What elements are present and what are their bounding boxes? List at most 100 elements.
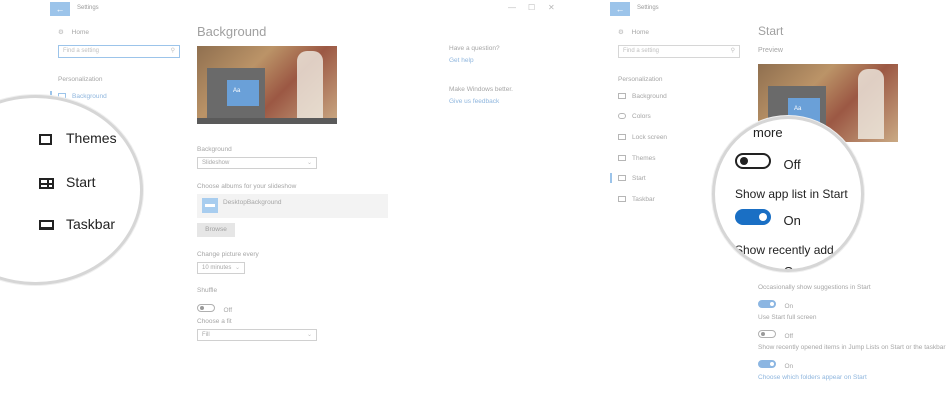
chevron-down-icon: ⌄ bbox=[306, 332, 312, 338]
home-nav-right[interactable]: ⚙ Home bbox=[618, 28, 649, 36]
zoom-app-list-label: Show app list in Start bbox=[735, 187, 848, 201]
section-label: Personalization bbox=[58, 76, 103, 83]
suggestions-toggle[interactable] bbox=[758, 299, 776, 308]
zoom-circle-right: more Off Show app list in Start On Show … bbox=[712, 116, 864, 272]
nav-item-background-right[interactable]: Background bbox=[618, 93, 667, 100]
zoom-toggle-on[interactable] bbox=[735, 209, 771, 225]
nav-item-start[interactable]: Start bbox=[618, 175, 646, 182]
jumplists-label: Show recently opened items in Jump Lists… bbox=[758, 344, 946, 351]
preview-taskbar bbox=[197, 118, 337, 124]
zoom-start-label: Start bbox=[66, 174, 96, 190]
search-input[interactable]: Find a setting ⚲ bbox=[58, 45, 180, 58]
question-heading: Have a question? bbox=[449, 45, 500, 52]
nav-label: Background bbox=[632, 93, 667, 100]
maximize-button[interactable]: ☐ bbox=[528, 3, 535, 12]
jumplists-state: On bbox=[784, 363, 794, 370]
album-name: DesktopBackground bbox=[223, 199, 282, 206]
albums-label: Choose albums for your slideshow bbox=[197, 183, 297, 190]
zoom-taskbar-label: Taskbar bbox=[66, 216, 116, 232]
zoom-circle-left: Themes Start Taskbar bbox=[0, 95, 143, 285]
preview-tile-label: Aa bbox=[794, 106, 802, 112]
jumplists-row: On bbox=[758, 355, 793, 373]
search-placeholder: Find a setting bbox=[63, 48, 100, 54]
home-label: Home bbox=[71, 29, 89, 36]
page-title-right: Start bbox=[758, 24, 784, 38]
themes-icon bbox=[39, 133, 52, 145]
start-icon bbox=[39, 177, 54, 189]
zoom-on-label: On bbox=[783, 213, 801, 229]
section-label-right: Personalization bbox=[618, 76, 663, 83]
preview-label: Preview bbox=[758, 47, 783, 54]
zoom-recent-label: Show recently add bbox=[735, 243, 834, 257]
arrow-left-icon: ← bbox=[615, 4, 625, 14]
gear-icon: ⚙ bbox=[58, 29, 64, 36]
get-help-link[interactable]: Get help bbox=[449, 57, 474, 64]
nav-label: Lock screen bbox=[632, 134, 668, 141]
folders-link[interactable]: Choose which folders appear on Start bbox=[758, 374, 867, 381]
browse-button[interactable]: Browse bbox=[197, 223, 235, 237]
zoom-off-label: Off bbox=[783, 157, 801, 173]
monitor-icon bbox=[618, 134, 626, 141]
search-input-right[interactable]: Find a setting ⚲ bbox=[618, 45, 740, 58]
arrow-left-icon: ← bbox=[55, 4, 65, 14]
nav-item-themes[interactable]: Themes bbox=[618, 155, 655, 162]
back-button-right[interactable]: ← bbox=[610, 2, 630, 16]
suggestions-label: Occasionally show suggestions in Start bbox=[758, 284, 871, 291]
taskbar-icon bbox=[39, 220, 54, 231]
shuffle-toggle[interactable] bbox=[197, 303, 215, 312]
nav-label: Background bbox=[72, 93, 107, 100]
search-placeholder-right: Find a setting bbox=[623, 48, 660, 54]
zoom-toggle-partial[interactable] bbox=[735, 266, 771, 269]
zoom-on-row: On bbox=[735, 209, 801, 230]
gear-icon: ⚙ bbox=[618, 29, 624, 36]
zoom-item-themes[interactable]: Themes bbox=[39, 130, 117, 146]
back-button[interactable]: ← bbox=[50, 2, 70, 16]
background-dropdown[interactable]: Slideshow ⌄ bbox=[197, 157, 317, 169]
fullscreen-label: Use Start full screen bbox=[758, 314, 817, 321]
taskbar-icon bbox=[618, 196, 626, 203]
zoom-partial-bottom-row: O bbox=[735, 263, 794, 272]
brush-icon bbox=[618, 155, 626, 162]
change-label: Change picture every bbox=[197, 251, 259, 258]
fit-dropdown[interactable]: Fill ⌄ bbox=[197, 329, 317, 341]
background-value: Slideshow bbox=[202, 160, 230, 166]
nav-label: Start bbox=[632, 175, 646, 182]
start-icon bbox=[618, 175, 626, 182]
zoom-item-start[interactable]: Start bbox=[39, 174, 96, 190]
shuffle-row: Off bbox=[197, 299, 232, 317]
nav-item-colors[interactable]: Colors bbox=[618, 113, 651, 120]
nav-item-lock-screen[interactable]: Lock screen bbox=[618, 134, 667, 141]
nav-item-taskbar[interactable]: Taskbar bbox=[618, 196, 655, 203]
feedback-link[interactable]: Give us feedback bbox=[449, 98, 499, 105]
suggestions-row: On bbox=[758, 295, 793, 313]
screenshot-stage: ← Settings — ☐ ✕ ⚙ Home Find a setting ⚲… bbox=[0, 0, 950, 393]
zoom-item-taskbar[interactable]: Taskbar bbox=[39, 216, 115, 232]
picture-icon bbox=[618, 93, 626, 100]
fullscreen-toggle[interactable] bbox=[758, 329, 776, 338]
fit-value: Fill bbox=[202, 332, 210, 338]
palette-icon bbox=[618, 113, 626, 120]
change-dropdown[interactable]: 10 minutes ⌄ bbox=[197, 262, 245, 274]
nav-selection-bar-right bbox=[610, 173, 612, 183]
home-nav[interactable]: ⚙ Home bbox=[58, 28, 89, 36]
zoom-themes-label: Themes bbox=[66, 130, 117, 146]
zoom-partial-top: more bbox=[753, 125, 783, 140]
shuffle-state: Off bbox=[223, 307, 233, 314]
window-title: Settings bbox=[77, 5, 99, 11]
fullscreen-state: Off bbox=[784, 333, 794, 340]
preview-tile-label: Aa bbox=[233, 88, 241, 94]
zoom-toggle-off[interactable] bbox=[735, 153, 771, 169]
zoom-partial-bottom: O bbox=[783, 264, 794, 272]
fit-label: Choose a fit bbox=[197, 318, 232, 325]
minimize-button[interactable]: — bbox=[508, 3, 516, 12]
preview-tile: Aa bbox=[227, 80, 259, 106]
chevron-down-icon: ⌄ bbox=[234, 265, 240, 271]
home-label-right: Home bbox=[631, 29, 649, 36]
jumplists-toggle[interactable] bbox=[758, 359, 776, 368]
nav-label: Colors bbox=[632, 113, 651, 120]
album-item[interactable]: DesktopBackground bbox=[197, 194, 388, 218]
close-button[interactable]: ✕ bbox=[548, 3, 555, 12]
zoom-off-row: Off bbox=[735, 153, 801, 174]
wallpaper-figure bbox=[858, 69, 884, 139]
search-icon: ⚲ bbox=[730, 48, 735, 54]
